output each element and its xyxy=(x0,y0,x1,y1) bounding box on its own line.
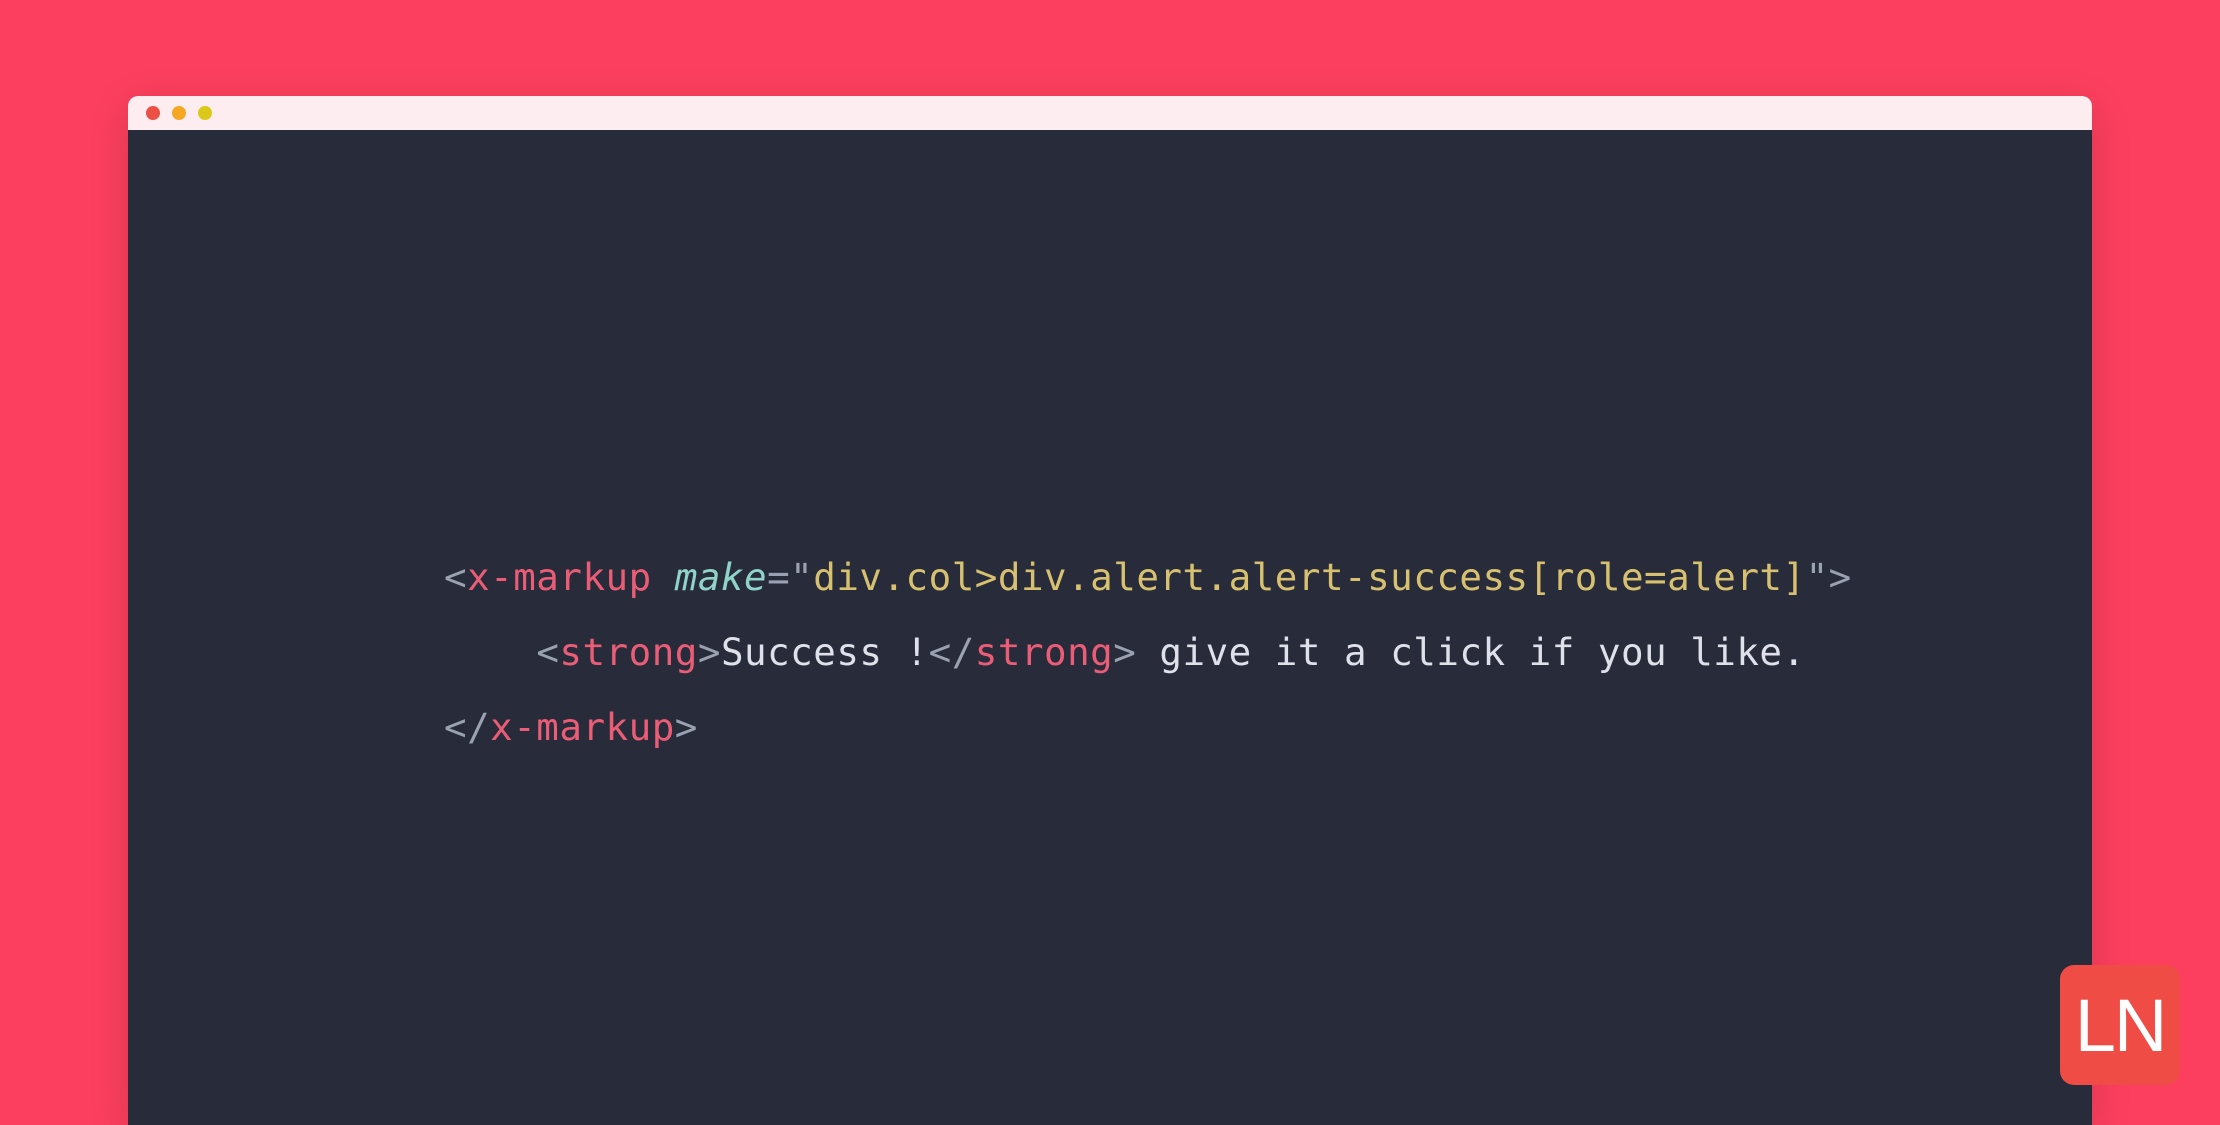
attr-value: div.col>div.alert.alert-success[role=ale… xyxy=(813,555,1805,599)
code-line-2: <strong>Success !</strong> give it a cli… xyxy=(444,615,2092,690)
angle-close: > xyxy=(1829,555,1852,599)
zoom-icon[interactable] xyxy=(198,106,212,120)
angle-open: < xyxy=(536,630,559,674)
code-line-1: <x-markup make="div.col>div.alert.alert-… xyxy=(444,540,2092,615)
attr-name: make xyxy=(675,555,767,599)
quote-close: " xyxy=(1806,555,1829,599)
minimize-icon[interactable] xyxy=(172,106,186,120)
logo-text: LN xyxy=(2075,983,2166,1068)
text-content: give it a click if you like. xyxy=(1136,630,1805,674)
close-icon[interactable] xyxy=(146,106,160,120)
angle-close: > xyxy=(675,705,698,749)
window-titlebar xyxy=(128,96,2092,130)
equals-sign: = xyxy=(767,555,790,599)
angle-close: > xyxy=(698,630,721,674)
angle-open-slash: </ xyxy=(444,705,490,749)
code-line-3: </x-markup> xyxy=(444,690,2092,765)
angle-close: > xyxy=(1113,630,1136,674)
brand-logo: LN xyxy=(2060,965,2180,1085)
editor-window: <x-markup make="div.col>div.alert.alert-… xyxy=(128,96,2092,1125)
code-editor: <x-markup make="div.col>div.alert.alert-… xyxy=(128,130,2092,765)
tag-name: strong xyxy=(975,630,1113,674)
angle-open: < xyxy=(444,555,467,599)
tag-name: x-markup xyxy=(467,555,652,599)
text-content: Success ! xyxy=(721,630,929,674)
tag-name: strong xyxy=(559,630,697,674)
angle-open-slash: </ xyxy=(929,630,975,674)
quote-open: " xyxy=(790,555,813,599)
tag-name: x-markup xyxy=(490,705,675,749)
